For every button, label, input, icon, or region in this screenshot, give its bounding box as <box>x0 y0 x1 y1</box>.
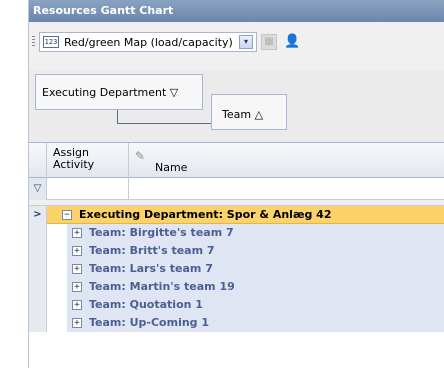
grid-rows: > − Executing Department: Spor & Anlæg 4… <box>29 206 444 332</box>
group-field-team[interactable]: Team △ <box>211 94 287 130</box>
group-field-executing-department[interactable]: Executing Department ▽ <box>35 74 203 110</box>
person-icon[interactable]: 👤 <box>284 34 300 50</box>
team-group-label: Team: Lars's team 7 <box>89 262 213 275</box>
team-group-row[interactable]: + Team: Britt's team 7 <box>29 242 444 260</box>
row-indicator <box>29 224 47 242</box>
expand-icon[interactable]: + <box>72 318 82 328</box>
department-group-label: Executing Department: Spor & Anlæg 42 <box>79 208 332 221</box>
chevron-down-icon[interactable]: ▾ <box>239 35 253 49</box>
row-indicator <box>29 296 47 314</box>
expand-icon[interactable]: + <box>72 246 82 256</box>
team-group-label: Team: Martin's team 19 <box>89 280 235 293</box>
row-indicator <box>29 314 47 332</box>
filter-icon[interactable]: ▽ <box>29 178 47 200</box>
team-group-label: Team: Up-Coming 1 <box>89 316 210 329</box>
team-group-row[interactable]: + Team: Lars's team 7 <box>29 260 444 278</box>
team-group-row[interactable]: + Team: Martin's team 19 <box>29 278 444 296</box>
row-indicator <box>29 260 47 278</box>
team-group-row[interactable]: + Team: Up-Coming 1 <box>29 314 444 332</box>
column-divider[interactable] <box>128 143 129 179</box>
group-connector <box>117 110 211 124</box>
expand-icon[interactable]: + <box>72 228 82 238</box>
grid-header: Assign Activity ✎ Name <box>29 142 444 179</box>
expand-icon[interactable]: + <box>72 300 82 310</box>
column-name[interactable]: Name <box>155 161 187 174</box>
disabled-tool-icon: ▦ <box>261 34 277 50</box>
collapse-icon[interactable]: − <box>62 210 72 220</box>
panel-title: Resources Gantt Chart <box>29 0 444 22</box>
map-type-value: Red/green Map (load/capacity) <box>64 36 233 49</box>
expand-icon[interactable]: + <box>72 282 82 292</box>
toolbar-grip[interactable] <box>32 36 35 46</box>
resource-grid: Assign Activity ✎ Name ▽ > − Executing D… <box>29 142 444 368</box>
team-group-label: Team: Britt's team 7 <box>89 244 215 257</box>
resources-gantt-panel: Resources Gantt Chart 123 Red/green Map … <box>28 0 444 368</box>
toolbar: 123 Red/green Map (load/capacity) ▾ ▦ 👤 <box>29 22 444 70</box>
current-row-indicator: > <box>29 206 47 224</box>
group-by-panel: Executing Department ▽ Team △ <box>29 70 444 142</box>
team-group-label: Team: Birgitte's team 7 <box>89 226 234 239</box>
expand-icon[interactable]: + <box>72 264 82 274</box>
numeric-map-icon: 123 <box>43 36 59 48</box>
header-indicator <box>29 143 47 179</box>
row-indicator <box>29 242 47 260</box>
map-type-select[interactable]: 123 Red/green Map (load/capacity) ▾ <box>39 32 257 52</box>
attachment-icon: ✎ <box>135 149 146 163</box>
team-group-row[interactable]: + Team: Quotation 1 <box>29 296 444 314</box>
column-assign-activity[interactable]: Assign Activity <box>53 147 123 171</box>
team-group-row[interactable]: + Team: Birgitte's team 7 <box>29 224 444 242</box>
department-group-row[interactable]: > − Executing Department: Spor & Anlæg 4… <box>29 206 444 224</box>
filter-row[interactable]: ▽ <box>29 178 444 200</box>
row-indicator <box>29 278 47 296</box>
team-group-label: Team: Quotation 1 <box>89 298 203 311</box>
filter-divider <box>128 178 129 200</box>
